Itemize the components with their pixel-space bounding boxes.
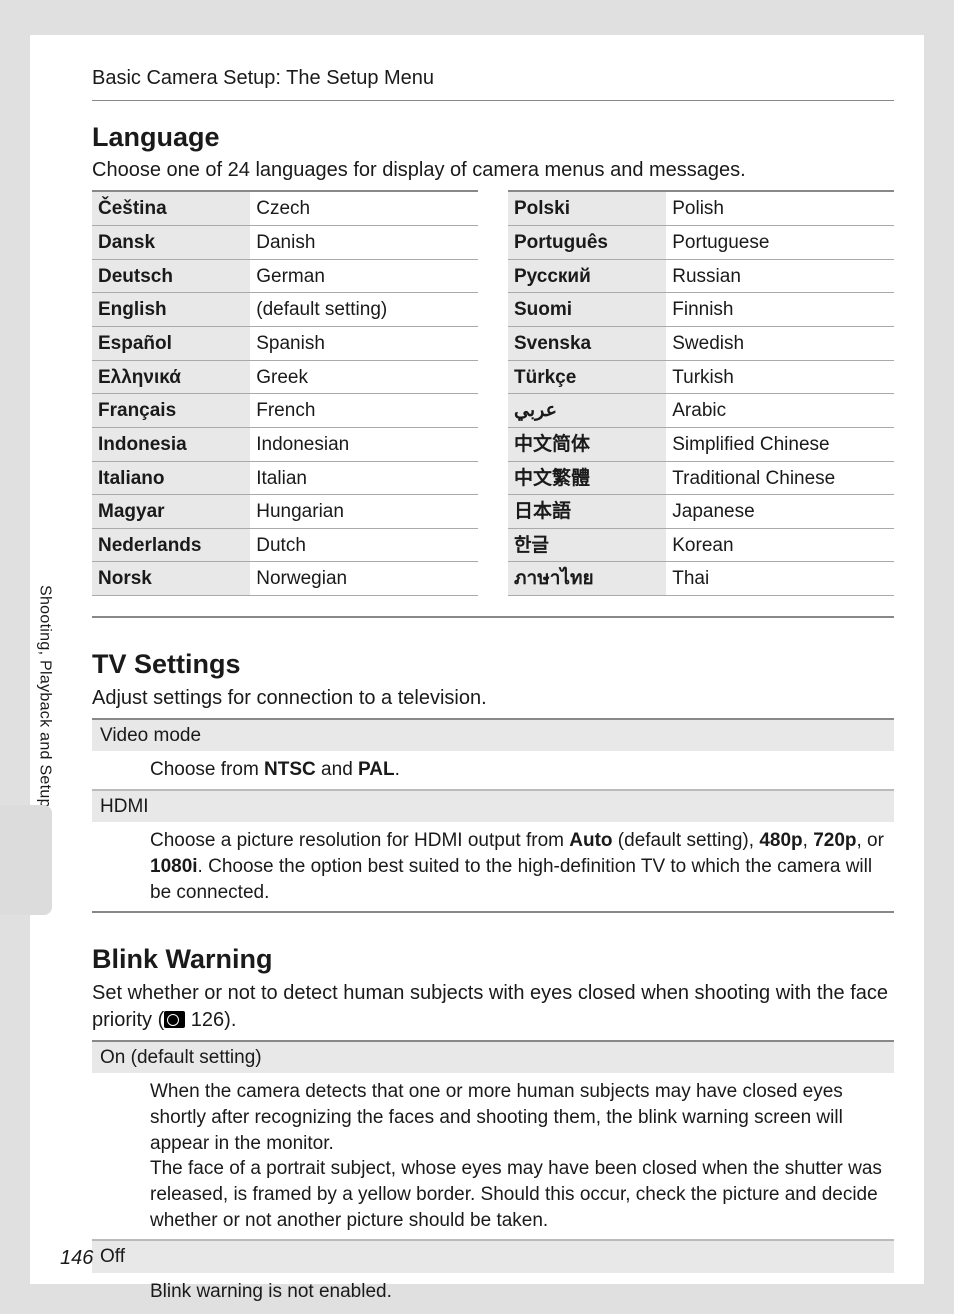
tv-intro: Adjust settings for connection to a tele… [92, 685, 894, 712]
blink-off-desc: Blink warning is not enabled. [92, 1273, 894, 1311]
language-native: Indonesia [92, 427, 250, 461]
language-english: Dutch [250, 528, 478, 562]
language-native: 日本語 [508, 495, 666, 529]
blink-on-desc: When the camera detects that one or more… [92, 1073, 894, 1240]
video-mode-desc: Choose from NTSC and PAL. [92, 751, 894, 790]
language-english: Korean [666, 528, 894, 562]
language-row: EspañolSpanish [92, 327, 478, 361]
heading-language: Language [92, 119, 894, 155]
language-native: عربي [508, 394, 666, 428]
language-native: ภาษาไทย [508, 562, 666, 596]
language-english: French [250, 394, 478, 428]
language-english: Danish [250, 226, 478, 260]
language-row: IndonesiaIndonesian [92, 427, 478, 461]
language-row: 中文简体Simplified Chinese [508, 427, 894, 461]
language-english: Polish [666, 191, 894, 225]
language-native: Svenska [508, 327, 666, 361]
language-native: Ελληνικά [92, 360, 250, 394]
language-native: Polski [508, 191, 666, 225]
language-row: DeutschGerman [92, 259, 478, 293]
heading-blink-warning: Blink Warning [92, 941, 894, 977]
language-native: Čeština [92, 191, 250, 225]
language-row: PortuguêsPortuguese [508, 226, 894, 260]
language-native: Deutsch [92, 259, 250, 293]
language-native: Suomi [508, 293, 666, 327]
subhead-hdmi: HDMI [92, 790, 894, 823]
face-priority-icon [164, 1011, 185, 1028]
language-row: عربيArabic [508, 394, 894, 428]
language-intro: Choose one of 24 languages for display o… [92, 157, 894, 184]
language-english: Czech [250, 191, 478, 225]
page-number: 146 [60, 1245, 93, 1272]
language-row: English(default setting) [92, 293, 478, 327]
language-native: Русский [508, 259, 666, 293]
language-row: SvenskaSwedish [508, 327, 894, 361]
language-row: DanskDanish [92, 226, 478, 260]
language-english: Greek [250, 360, 478, 394]
language-english: Portuguese [666, 226, 894, 260]
language-native: Türkçe [508, 360, 666, 394]
language-native: Português [508, 226, 666, 260]
manual-page: Shooting, Playback and Setup Menus Basic… [30, 35, 924, 1284]
language-english: Turkish [666, 360, 894, 394]
language-english: Hungarian [250, 495, 478, 529]
subhead-blink-off: Off [92, 1240, 894, 1273]
language-row: ItalianoItalian [92, 461, 478, 495]
language-english: Norwegian [250, 562, 478, 596]
language-tables: ČeštinaCzechDanskDanishDeutschGermanEngl… [92, 190, 894, 618]
page-header: Basic Camera Setup: The Setup Menu [92, 35, 894, 101]
language-native: Italiano [92, 461, 250, 495]
language-row: NorskNorwegian [92, 562, 478, 596]
language-english: German [250, 259, 478, 293]
language-row: РусскийRussian [508, 259, 894, 293]
language-native: English [92, 293, 250, 327]
language-english: Italian [250, 461, 478, 495]
language-english: Spanish [250, 327, 478, 361]
language-row: NederlandsDutch [92, 528, 478, 562]
language-native: Norsk [92, 562, 250, 596]
language-english: Thai [666, 562, 894, 596]
language-english: Traditional Chinese [666, 461, 894, 495]
language-english: Russian [666, 259, 894, 293]
language-english: Swedish [666, 327, 894, 361]
language-row: ภาษาไทยThai [508, 562, 894, 596]
language-table-left: ČeštinaCzechDanskDanishDeutschGermanEngl… [92, 190, 478, 596]
heading-tv-settings: TV Settings [92, 646, 894, 682]
hdmi-desc: Choose a picture resolution for HDMI out… [92, 822, 894, 913]
language-english: (default setting) [250, 293, 478, 327]
language-row: TürkçeTurkish [508, 360, 894, 394]
language-table-right: PolskiPolishPortuguêsPortugueseРусскийRu… [508, 190, 894, 596]
language-row: MagyarHungarian [92, 495, 478, 529]
language-row: ČeštinaCzech [92, 191, 478, 225]
language-native: Français [92, 394, 250, 428]
language-native: Magyar [92, 495, 250, 529]
language-english: Finnish [666, 293, 894, 327]
side-tab: Shooting, Playback and Setup Menus [0, 455, 30, 835]
language-english: Japanese [666, 495, 894, 529]
language-row: FrançaisFrench [92, 394, 478, 428]
language-row: SuomiFinnish [508, 293, 894, 327]
language-row: PolskiPolish [508, 191, 894, 225]
language-native: Dansk [92, 226, 250, 260]
language-english: Simplified Chinese [666, 427, 894, 461]
language-native: 한글 [508, 528, 666, 562]
side-tab-block [0, 805, 52, 915]
language-row: ΕλληνικάGreek [92, 360, 478, 394]
language-native: 中文简体 [508, 427, 666, 461]
language-native: Español [92, 327, 250, 361]
subhead-blink-on: On (default setting) [92, 1040, 894, 1074]
language-row: 中文繁體Traditional Chinese [508, 461, 894, 495]
language-english: Arabic [666, 394, 894, 428]
language-english: Indonesian [250, 427, 478, 461]
language-row: 日本語Japanese [508, 495, 894, 529]
language-native: Nederlands [92, 528, 250, 562]
blink-intro: Set whether or not to detect human subje… [92, 980, 894, 1034]
language-row: 한글Korean [508, 528, 894, 562]
language-native: 中文繁體 [508, 461, 666, 495]
subhead-video-mode: Video mode [92, 718, 894, 752]
